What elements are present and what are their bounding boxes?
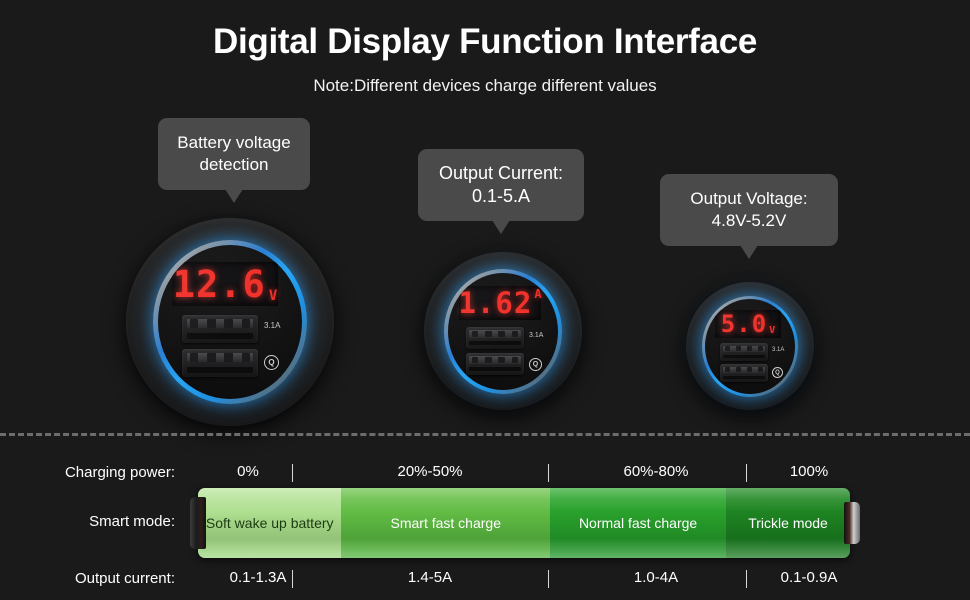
page-title: Digital Display Function Interface (212, 22, 758, 61)
output-current-row: 0.1-1.3A 1.4-5A 1.0-4A 0.1-0.9A (190, 569, 870, 591)
callout-text: Output Voltage: 4.8V-5.2V (690, 189, 808, 230)
port-rating-label: 3.1A (264, 321, 281, 330)
row-label-charging-power: Charging power: (64, 464, 175, 481)
output-current-cell: 1.0-4A (633, 569, 679, 586)
row-label-output-current: Output current: (74, 570, 175, 587)
section-divider (0, 433, 970, 436)
usb-port-1 (720, 343, 768, 361)
quick-charge-icon: Q (772, 367, 783, 378)
output-current-cell: 1.4-5A (407, 569, 453, 586)
cell-separator (292, 570, 293, 588)
callout-tail-icon (225, 189, 243, 203)
battery-segment-label: Trickle mode (748, 514, 828, 531)
callout-tail-icon (492, 220, 510, 234)
cell-separator (548, 464, 549, 482)
lcd-value: 1.62 (458, 285, 533, 320)
battery-segment-label: Smart fast charge (390, 514, 502, 531)
battery-body: Soft wake up battery Smart fast charge N… (198, 488, 850, 558)
battery-positive-terminal (844, 502, 860, 544)
device-face: 12.6 V 3.1A Q (158, 245, 302, 399)
output-current-cell: 0.1-0.9A (780, 569, 838, 586)
page-subtitle: Note:Different devices charge different … (313, 76, 657, 95)
usb-slot (469, 367, 521, 372)
battery-segment-trickle-mode: Trickle mode (726, 488, 850, 558)
charging-power-cell: 60%-80% (623, 463, 689, 480)
output-current-cell: 0.1-1.3A (229, 569, 287, 586)
quick-charge-icon: Q (264, 355, 279, 370)
battery-segment-label: Soft wake up battery (205, 514, 334, 531)
usb-port-2 (466, 353, 524, 375)
charger-device-current: 1.62 A 3.1A Q (424, 252, 582, 410)
cell-separator (746, 570, 747, 588)
usb-pins (189, 319, 251, 328)
callout-battery-voltage-detection: Battery voltage detection (158, 118, 310, 203)
quick-charge-icon: Q (529, 358, 542, 371)
charging-power-cell: 100% (789, 463, 829, 480)
battery-segment-smart-fast-charge: Smart fast charge (341, 488, 551, 558)
usb-port-1 (466, 327, 524, 349)
charger-device-output-voltage: 5.0 V 3.1A Q (686, 282, 814, 410)
battery-indicator: Soft wake up battery Smart fast charge N… (190, 488, 866, 558)
charging-power-row: 0% 20%-50% 60%-80% 100% (190, 463, 870, 485)
lcd-display: 1.62 A (458, 285, 542, 320)
charger-device-voltage: 12.6 V 3.1A Q (126, 218, 334, 426)
usb-port-2 (720, 364, 768, 382)
charging-power-cell: 20%-50% (397, 463, 463, 480)
lcd-display: 12.6 V (172, 262, 278, 306)
port-rating-label: 3.1A (772, 347, 785, 353)
cell-separator (746, 464, 747, 482)
usb-pins (724, 366, 764, 373)
usb-slot (186, 366, 254, 373)
usb-slot (722, 375, 766, 380)
row-label-smart-mode: Smart mode: (89, 513, 175, 530)
callout-output-current: Output Current: 0.1-5.A (418, 149, 584, 234)
lcd-unit: V (268, 288, 278, 304)
port-rating-label: 3.1A (529, 332, 544, 339)
callout-tail-icon (740, 245, 758, 259)
cell-separator (548, 570, 549, 588)
lcd-display: 5.0 V (715, 310, 781, 338)
device-face: 1.62 A 3.1A Q (448, 273, 558, 390)
lcd-value: 12.6 (172, 262, 266, 306)
device-face: 5.0 V 3.1A Q (705, 299, 795, 394)
callout-text: Output Current: 0.1-5.A (438, 162, 564, 206)
usb-pins (471, 356, 519, 364)
battery-segment-soft-wake: Soft wake up battery (198, 488, 342, 558)
usb-slot (469, 341, 521, 346)
usb-pins (471, 330, 519, 338)
lcd-unit: V (769, 325, 776, 336)
charging-power-cell: 0% (237, 463, 259, 480)
battery-segment-normal-fast-charge: Normal fast charge (550, 488, 727, 558)
usb-slot (186, 332, 254, 339)
battery-segment-label: Normal fast charge (578, 514, 698, 531)
usb-slot (722, 354, 766, 359)
poster-canvas: Digital Display Function Interface Note:… (0, 0, 970, 600)
usb-port-1 (182, 315, 258, 343)
cell-separator (292, 464, 293, 482)
lcd-unit: A (534, 287, 542, 301)
lcd-value: 5.0 (720, 310, 768, 338)
usb-pins (189, 353, 251, 362)
callout-output-voltage: Output Voltage: 4.8V-5.2V (660, 174, 838, 259)
callout-text: Battery voltage detection (177, 133, 291, 174)
battery-negative-terminal (190, 497, 206, 549)
usb-port-2 (182, 349, 258, 377)
usb-pins (724, 345, 764, 352)
